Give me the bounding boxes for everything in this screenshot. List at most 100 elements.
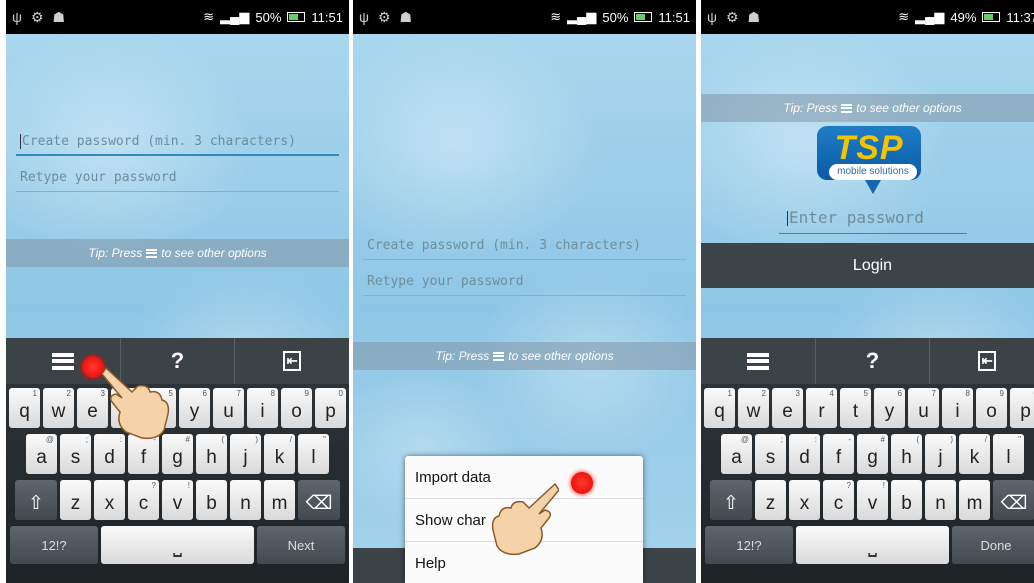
- key-l[interactable]: " l: [993, 434, 1024, 474]
- retype-password-input[interactable]: Retype your password: [16, 166, 339, 192]
- status-bar: ψ ⚙ ☗ ≋ ▂▄▆ 50% 11:51: [353, 0, 696, 34]
- signal-icon: ▂▄▆: [220, 9, 250, 24]
- shift-key[interactable]: ⇧: [15, 480, 57, 520]
- key-v[interactable]: ! v: [857, 480, 888, 520]
- key-p[interactable]: 0p: [1010, 388, 1034, 428]
- menu-icon: [493, 351, 505, 361]
- next-key[interactable]: Next: [257, 526, 345, 564]
- key-label: y: [884, 401, 895, 422]
- key-a[interactable]: @ a: [26, 434, 57, 474]
- key-hint: 2: [66, 389, 71, 398]
- key-z[interactable]: z: [60, 480, 91, 520]
- key-c[interactable]: ? c: [128, 480, 159, 520]
- key-hint: 8: [270, 389, 275, 398]
- create-password-input[interactable]: Create password (min. 3 characters): [363, 234, 686, 260]
- symbols-key[interactable]: 12!?: [10, 526, 98, 564]
- key-o[interactable]: 9o: [976, 388, 1007, 428]
- key-label: h: [206, 447, 217, 468]
- key-i[interactable]: 8i: [247, 388, 278, 428]
- settings-icon: ⚙: [377, 8, 391, 25]
- key-w[interactable]: 2w: [738, 388, 769, 428]
- key-t[interactable]: 5t: [840, 388, 871, 428]
- key-h[interactable]: (h: [196, 434, 227, 474]
- clock: 11:37: [1006, 9, 1034, 25]
- help-button[interactable]: ?: [816, 338, 931, 384]
- shift-key[interactable]: ⇧: [710, 480, 752, 520]
- done-key[interactable]: Done: [952, 526, 1034, 564]
- key-u[interactable]: 7u: [213, 388, 244, 428]
- key-k[interactable]: / k: [959, 434, 990, 474]
- key-h[interactable]: (h: [891, 434, 922, 474]
- key-x[interactable]: x: [789, 480, 820, 520]
- notification-icons: ψ ⚙ ☗: [359, 9, 412, 26]
- key-f[interactable]: -f: [823, 434, 854, 474]
- key-c[interactable]: ? c: [823, 480, 854, 520]
- key-q[interactable]: 1q: [9, 388, 40, 428]
- key-a[interactable]: @ a: [721, 434, 752, 474]
- key-m[interactable]: m: [959, 480, 990, 520]
- key-z[interactable]: z: [755, 480, 786, 520]
- key-hint: -: [848, 435, 851, 444]
- key-hint: 9: [304, 389, 309, 398]
- key-hint: 6: [897, 389, 902, 398]
- hamburger-icon: [746, 352, 769, 370]
- hamburger-icon: [51, 352, 74, 370]
- key-y[interactable]: 6y: [874, 388, 905, 428]
- text-caret: [20, 134, 21, 149]
- key-label: v: [172, 493, 183, 514]
- key-g[interactable]: # g: [857, 434, 888, 474]
- key-i[interactable]: 8i: [942, 388, 973, 428]
- password-input[interactable]: Enter password: [779, 206, 967, 234]
- key-l[interactable]: " l: [298, 434, 329, 474]
- key-p[interactable]: 0p: [315, 388, 346, 428]
- retype-password-input[interactable]: Retype your password: [363, 270, 686, 296]
- key-d[interactable]: :d: [789, 434, 820, 474]
- key-label: y: [189, 401, 200, 422]
- key-w[interactable]: 2w: [43, 388, 74, 428]
- key-label: o: [986, 401, 997, 422]
- key-hint: 7: [931, 389, 936, 398]
- key-j[interactable]: ) j: [230, 434, 261, 474]
- key-hint: 8: [965, 389, 970, 398]
- exit-button[interactable]: ⇤: [930, 338, 1034, 384]
- key-o[interactable]: 9o: [281, 388, 312, 428]
- space-key[interactable]: ⎵: [101, 526, 254, 564]
- key-v[interactable]: ! v: [162, 480, 193, 520]
- create-password-input[interactable]: Create password (min. 3 characters): [16, 130, 339, 156]
- tip-text-after: to see other options: [508, 349, 614, 363]
- tip-text-after: to see other options: [161, 246, 267, 260]
- key-k[interactable]: / k: [264, 434, 295, 474]
- key-x[interactable]: x: [94, 480, 125, 520]
- menu-icon: [841, 103, 853, 113]
- key-s[interactable]: ; s: [60, 434, 91, 474]
- key-r[interactable]: 4r: [806, 388, 837, 428]
- key-u[interactable]: 7u: [908, 388, 939, 428]
- symbols-key[interactable]: 12!?: [705, 526, 793, 564]
- key-q[interactable]: 1q: [704, 388, 735, 428]
- status-bar: ψ ⚙ ☗ ≋ ▂▄▆ 50% 11:51: [6, 0, 349, 34]
- key-s[interactable]: ; s: [755, 434, 786, 474]
- status-bar: ψ ⚙ ☗ ≋ ▂▄▆ 49% 11:37: [701, 0, 1034, 34]
- key-m[interactable]: m: [264, 480, 295, 520]
- key-label: w: [51, 401, 66, 422]
- backspace-key[interactable]: ⌫: [298, 480, 340, 520]
- key-n[interactable]: n: [230, 480, 261, 520]
- key-label: i: [260, 401, 265, 422]
- key-b[interactable]: b: [891, 480, 922, 520]
- key-b[interactable]: b: [196, 480, 227, 520]
- exit-button[interactable]: ⇤: [235, 338, 349, 384]
- key-label: s: [765, 447, 776, 468]
- key-e[interactable]: 3e: [772, 388, 803, 428]
- login-button[interactable]: Login: [701, 243, 1034, 288]
- key-n[interactable]: n: [925, 480, 956, 520]
- space-key[interactable]: ⎵: [796, 526, 949, 564]
- keyboard: 1q2w3e4r5t6y7u8i9o0p @a;s:d-f#g(h)j/k"l …: [701, 384, 1034, 583]
- key-j[interactable]: ) j: [925, 434, 956, 474]
- key-hint: (: [221, 435, 224, 444]
- tip-text-before: Tip: Press: [783, 101, 838, 115]
- key-y[interactable]: 6y: [179, 388, 210, 428]
- backspace-key[interactable]: ⌫: [993, 480, 1034, 520]
- key-label: z: [70, 493, 81, 514]
- menu-button[interactable]: [701, 338, 816, 384]
- key-hint: ": [1018, 435, 1021, 444]
